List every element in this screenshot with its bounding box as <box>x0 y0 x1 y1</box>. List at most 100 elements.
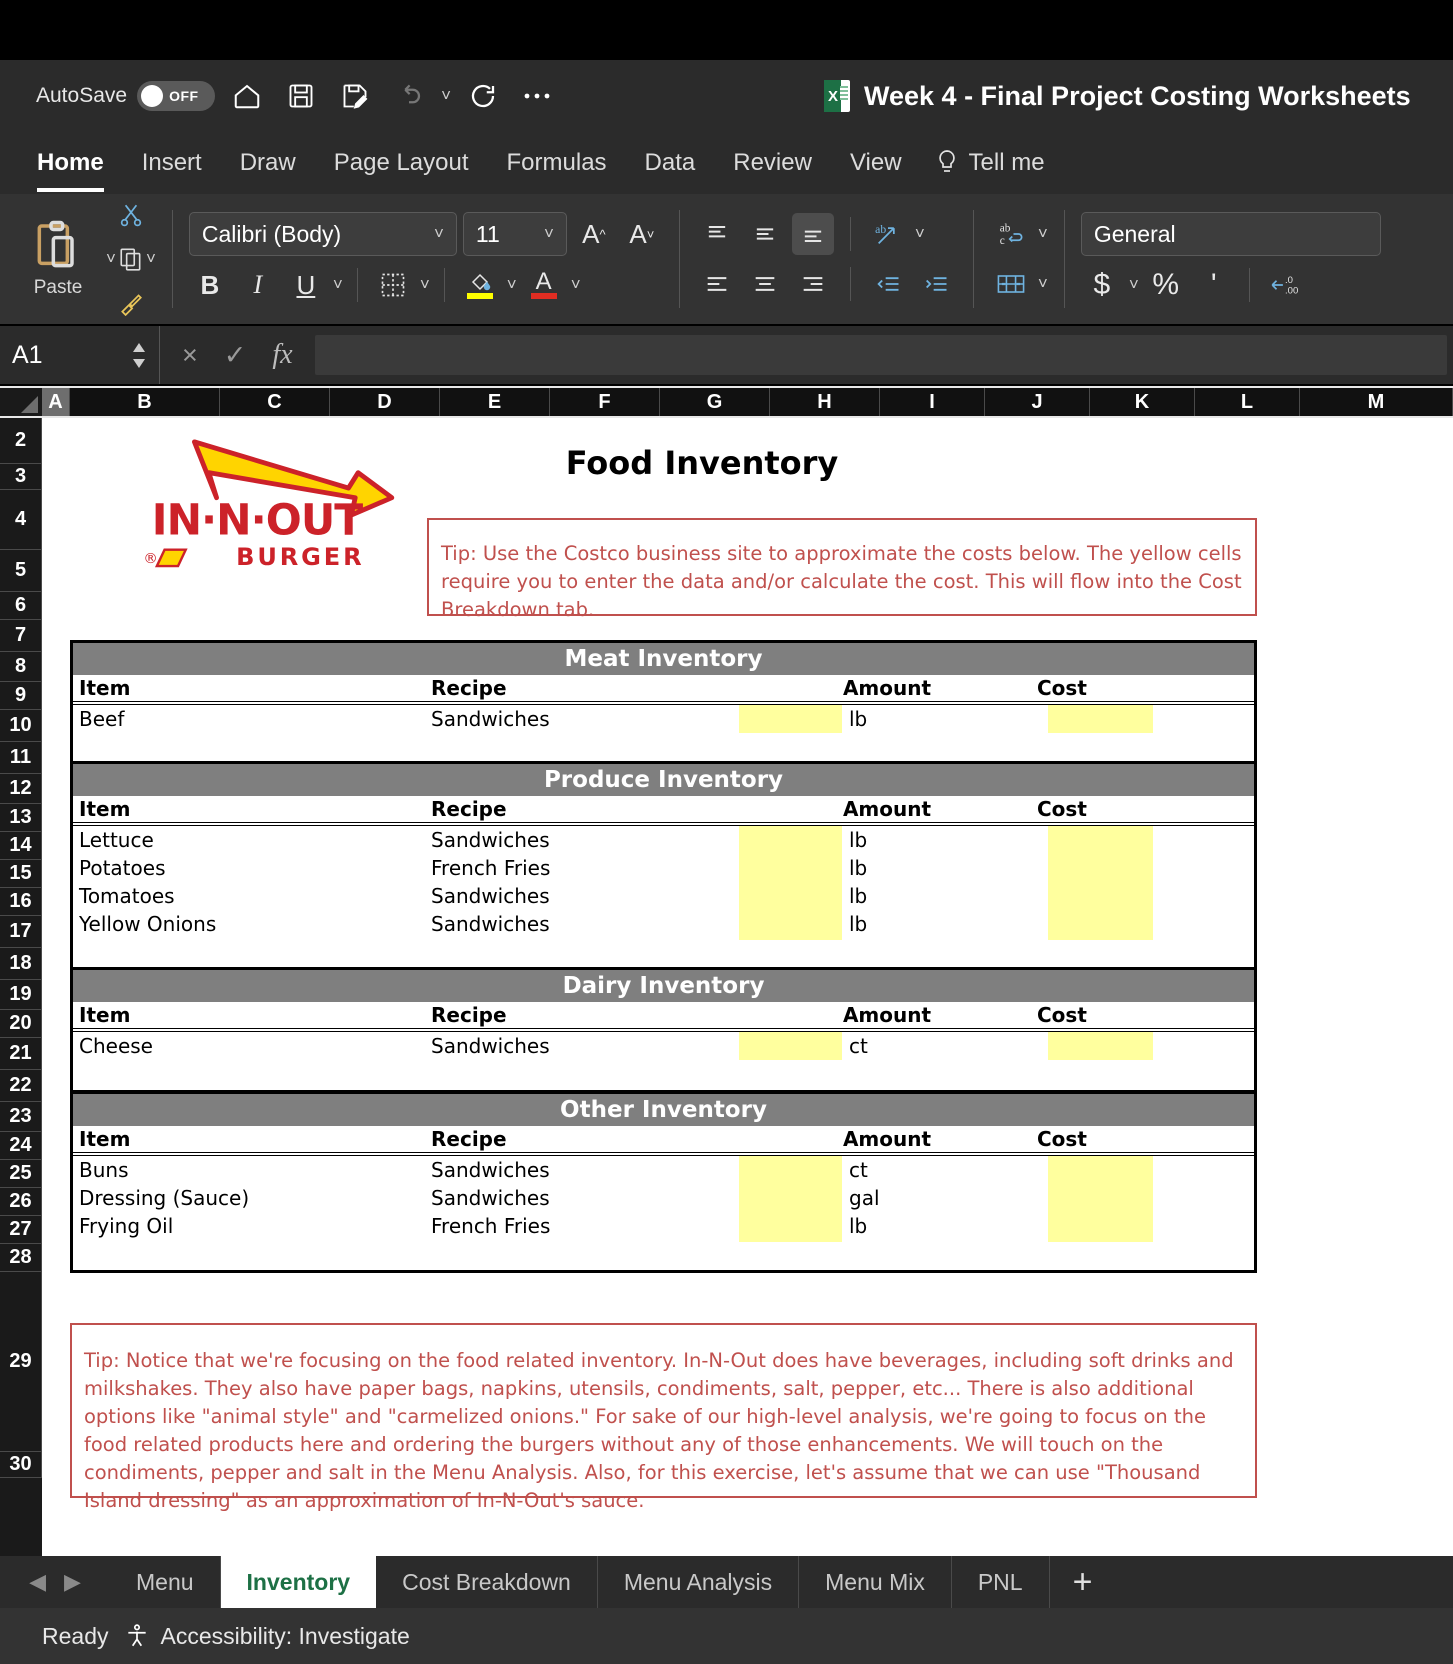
insert-function-icon[interactable]: fx <box>272 339 292 371</box>
tell-me-box[interactable]: Tell me <box>921 148 1045 178</box>
tab-review[interactable]: Review <box>714 143 831 183</box>
row-header-6[interactable]: 6 <box>0 592 42 620</box>
row-header-20[interactable]: 20 <box>0 1010 42 1038</box>
comma-style-button[interactable]: ' <box>1193 264 1235 306</box>
row-header-16[interactable]: 16 <box>0 888 42 916</box>
merge-cells-chevron-down-icon[interactable]: ˅ <box>1038 274 1048 294</box>
borders-chevron-down-icon[interactable]: ˅ <box>420 275 430 295</box>
sheet-nav-arrows[interactable]: ◀ ▶ <box>0 1556 110 1608</box>
text-orientation-icon[interactable]: ab <box>867 213 909 255</box>
autosave-toggle[interactable]: OFF <box>137 81 216 111</box>
undo-chevron-down-icon[interactable]: ˅ <box>441 86 451 106</box>
row-header-13[interactable]: 13 <box>0 804 42 832</box>
home-icon[interactable] <box>225 74 269 118</box>
row-header-2[interactable]: 2 <box>0 418 42 464</box>
number-format-select[interactable]: General <box>1080 212 1381 256</box>
formula-input[interactable] <box>314 335 1447 375</box>
underline-chevron-down-icon[interactable]: ˅ <box>333 275 343 295</box>
column-header-D[interactable]: D <box>330 388 440 416</box>
cut-icon[interactable] <box>116 194 146 236</box>
wrap-text-icon[interactable]: ab c <box>990 213 1032 255</box>
tab-data[interactable]: Data <box>626 143 715 183</box>
align-left-icon[interactable] <box>696 263 738 305</box>
column-header-L[interactable]: L <box>1195 388 1300 416</box>
row-header-8[interactable]: 8 <box>0 652 42 682</box>
row-header-27[interactable]: 27 <box>0 1216 42 1244</box>
align-right-icon[interactable] <box>792 263 834 305</box>
accessibility-status[interactable]: Accessibility: Investigate <box>124 1622 410 1650</box>
wrap-text-chevron-down-icon[interactable]: ˅ <box>1038 224 1048 244</box>
table-row[interactable]: Lettuce Sandwiches lb <box>73 826 1254 854</box>
table-row[interactable]: Buns Sandwiches ct <box>73 1156 1254 1184</box>
row-header-19[interactable]: 19 <box>0 980 42 1010</box>
row-header-21[interactable]: 21 <box>0 1038 42 1070</box>
table-row[interactable]: Beef Sandwiches lb <box>73 705 1254 733</box>
enter-icon[interactable]: ✓ <box>224 340 247 371</box>
column-header-J[interactable]: J <box>985 388 1090 416</box>
row-header-3[interactable]: 3 <box>0 464 42 490</box>
row-header-15[interactable]: 15 <box>0 860 42 888</box>
italic-button[interactable]: I <box>237 264 279 306</box>
column-header-C[interactable]: C <box>220 388 330 416</box>
more-icon[interactable] <box>515 74 559 118</box>
table-row[interactable]: Cheese Sandwiches ct <box>73 1032 1254 1060</box>
row-header-14[interactable]: 14 <box>0 832 42 860</box>
row-header-22[interactable]: 22 <box>0 1070 42 1102</box>
row-header-10[interactable]: 10 <box>0 710 42 742</box>
percent-button[interactable]: % <box>1145 264 1187 306</box>
table-row[interactable]: Dressing (Sauce) Sandwiches gal <box>73 1184 1254 1212</box>
paste-button[interactable]: Paste <box>10 219 106 299</box>
column-header-G[interactable]: G <box>660 388 770 416</box>
increase-decimal-icon[interactable]: .0.00 <box>1264 264 1306 306</box>
text-orientation-chevron-down-icon[interactable]: ˅ <box>915 224 925 244</box>
decrease-font-size-button[interactable]: A ˅ <box>621 213 663 255</box>
font-name-select[interactable]: Calibri (Body) ˅ <box>188 212 457 256</box>
underline-button[interactable]: U <box>285 264 327 306</box>
row-header-9[interactable]: 9 <box>0 682 42 710</box>
row-header-28[interactable]: 28 <box>0 1244 42 1272</box>
cancel-icon[interactable]: × <box>182 340 198 371</box>
row-header-12[interactable]: 12 <box>0 774 42 804</box>
column-header-M[interactable]: M <box>1300 388 1453 416</box>
table-row[interactable]: Potatoes French Fries lb <box>73 854 1254 882</box>
align-center-icon[interactable] <box>744 263 786 305</box>
currency-button[interactable]: $ <box>1081 264 1123 306</box>
row-header-18[interactable]: 18 <box>0 948 42 980</box>
column-header-A[interactable]: A <box>42 388 70 416</box>
column-header-B[interactable]: B <box>70 388 220 416</box>
tab-draw[interactable]: Draw <box>221 143 315 183</box>
sheet-tab-cost-breakdown[interactable]: Cost Breakdown <box>376 1556 598 1608</box>
name-box-spinner[interactable] <box>131 342 147 369</box>
sheet-tab-menu-analysis[interactable]: Menu Analysis <box>598 1556 800 1608</box>
tab-formulas[interactable]: Formulas <box>488 143 626 183</box>
increase-indent-icon[interactable] <box>915 263 957 305</box>
font-color-icon[interactable]: A <box>523 264 565 306</box>
format-painter-icon[interactable] <box>116 282 146 324</box>
paste-chevron-down-icon[interactable]: ˅ <box>106 249 116 269</box>
name-box[interactable]: A1 <box>0 326 160 384</box>
bold-button[interactable]: B <box>189 264 231 306</box>
sheet-tab-menu[interactable]: Menu <box>110 1556 221 1608</box>
currency-chevron-down-icon[interactable]: ˅ <box>1129 275 1139 295</box>
sheet-tab-pnl[interactable]: PNL <box>952 1556 1050 1608</box>
increase-font-size-button[interactable]: A ^ <box>573 213 615 255</box>
row-header-4[interactable]: 4 <box>0 490 42 550</box>
font-color-chevron-down-icon[interactable]: ˅ <box>571 275 581 295</box>
tab-page-layout[interactable]: Page Layout <box>315 143 488 183</box>
copy-chevron-down-icon[interactable]: ˅ <box>146 249 156 269</box>
row-header-5[interactable]: 5 <box>0 550 42 592</box>
align-bottom-icon[interactable] <box>791 213 834 255</box>
next-sheet-icon[interactable]: ▶ <box>64 1569 81 1595</box>
borders-icon[interactable] <box>372 264 414 306</box>
sheet-tab-inventory[interactable]: Inventory <box>220 1556 377 1608</box>
tab-view[interactable]: View <box>831 143 921 183</box>
document-title[interactable]: Week 4 - Final Project Costing Worksheet… <box>864 81 1411 112</box>
tab-home[interactable]: Home <box>18 143 123 192</box>
table-row[interactable]: Yellow Onions Sandwiches lb <box>73 910 1254 938</box>
save-as-icon[interactable] <box>333 74 377 118</box>
column-header-H[interactable]: H <box>770 388 880 416</box>
fill-color-icon[interactable] <box>459 264 501 306</box>
redo-icon[interactable] <box>461 74 505 118</box>
table-row[interactable]: Frying Oil French Fries lb <box>73 1212 1254 1240</box>
row-header-29[interactable]: 29 <box>0 1272 42 1452</box>
